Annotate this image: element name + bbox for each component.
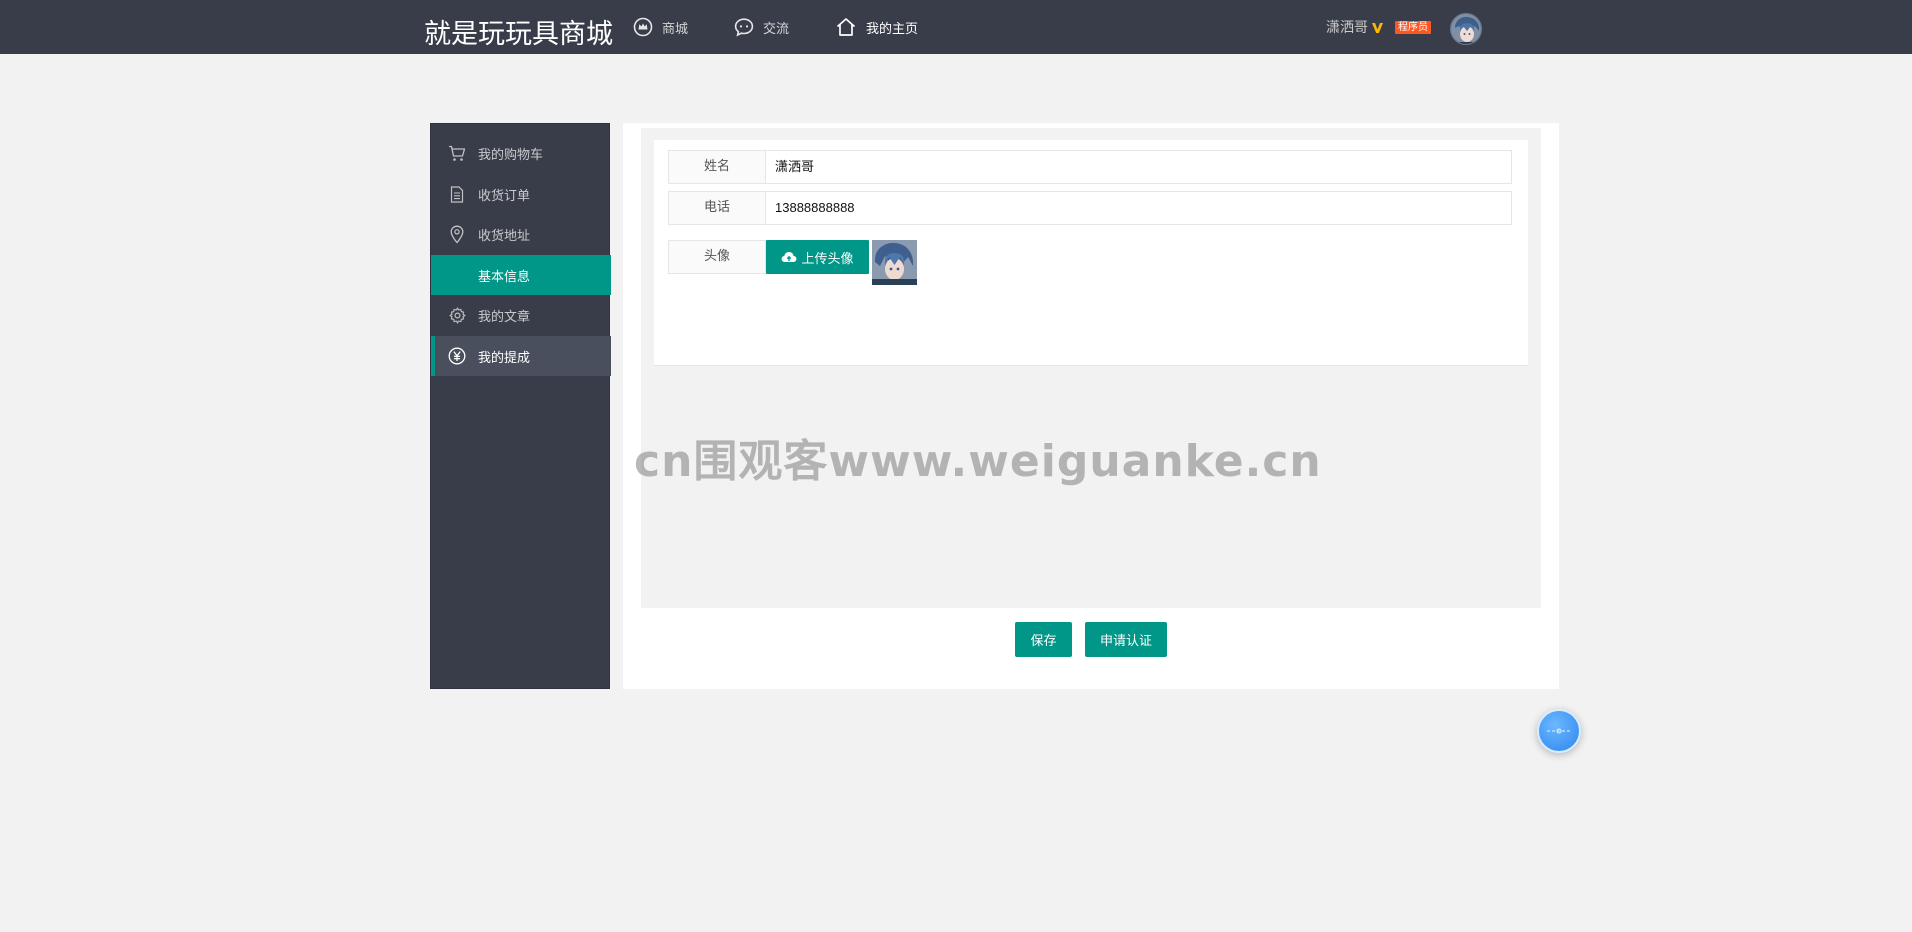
upload-avatar-button[interactable]: 上传头像 bbox=[766, 240, 869, 274]
name-input[interactable]: 潇洒哥 bbox=[766, 150, 1512, 184]
watermark: cn围观客www.weiguanke.cn bbox=[634, 436, 1322, 487]
save-button[interactable]: 保存 bbox=[1015, 622, 1072, 657]
user-name: 潇洒哥 bbox=[1326, 20, 1368, 36]
sidebar-item-label: 收货地址 bbox=[478, 228, 531, 244]
sidebar-item-orders[interactable]: 收货订单 bbox=[431, 174, 611, 214]
nav-shop[interactable]: 商城 bbox=[632, 17, 688, 37]
avatar-label: 头像 bbox=[668, 240, 766, 274]
phone-label: 电话 bbox=[668, 191, 766, 225]
sidebar-item-basic-info[interactable]: 基本信息 bbox=[431, 255, 611, 295]
name-label: 姓名 bbox=[668, 150, 766, 184]
sidebar-item-label: 收货订单 bbox=[478, 188, 531, 204]
avatar-preview bbox=[872, 240, 917, 285]
nav-chat-label: 交流 bbox=[763, 21, 790, 37]
nav-home[interactable]: 我的主页 bbox=[835, 17, 918, 37]
top-navbar: 就是玩玩具商城 商城 交流 我的主页 潇洒哥 程序员 bbox=[0, 0, 1912, 54]
sidebar: 我的购物车 收货订单 收货地址 基本信息 我的文章 我的提成 bbox=[430, 123, 611, 689]
nav-home-label: 我的主页 bbox=[866, 21, 919, 37]
floating-assistant-button[interactable] bbox=[1537, 709, 1581, 753]
content-area: 姓名 潇洒哥 电话 13888888888 头像 上传头像 bbox=[641, 128, 1541, 608]
upload-avatar-label: 上传头像 bbox=[801, 251, 854, 267]
phone-input[interactable]: 13888888888 bbox=[766, 191, 1512, 225]
crosshair-icon bbox=[1547, 728, 1571, 734]
user-menu[interactable]: 潇洒哥 bbox=[1326, 17, 1384, 37]
crown-icon bbox=[632, 16, 654, 38]
role-badge: 程序员 bbox=[1395, 21, 1431, 34]
user-avatar[interactable] bbox=[1450, 13, 1482, 45]
cloud-upload-icon bbox=[782, 252, 797, 262]
cart-icon bbox=[448, 144, 466, 162]
phone-row: 电话 13888888888 bbox=[668, 191, 1512, 225]
sidebar-item-articles[interactable]: 我的文章 bbox=[431, 295, 611, 335]
home-icon bbox=[835, 16, 857, 38]
gear-icon bbox=[448, 306, 466, 324]
sidebar-item-label: 基本信息 bbox=[478, 269, 531, 285]
sidebar-item-label: 我的购物车 bbox=[478, 147, 544, 163]
chat-bubble-icon bbox=[733, 16, 755, 38]
vip-v-icon bbox=[1371, 21, 1384, 34]
avatar-row: 头像 上传头像 bbox=[668, 240, 917, 285]
sidebar-item-commission[interactable]: 我的提成 bbox=[431, 336, 611, 376]
content-panel: 姓名 潇洒哥 电话 13888888888 头像 上传头像 保存 申请认证 bbox=[623, 123, 1559, 689]
location-pin-icon bbox=[448, 225, 466, 243]
site-logo[interactable]: 就是玩玩具商城 bbox=[424, 12, 613, 51]
document-icon bbox=[448, 185, 466, 203]
sidebar-item-label: 我的文章 bbox=[478, 309, 531, 325]
yen-circle-icon bbox=[448, 347, 466, 365]
profile-form: 姓名 潇洒哥 电话 13888888888 头像 上传头像 bbox=[654, 140, 1528, 366]
sidebar-item-address[interactable]: 收货地址 bbox=[431, 214, 611, 254]
apply-certification-button[interactable]: 申请认证 bbox=[1085, 622, 1167, 657]
nav-shop-label: 商城 bbox=[662, 21, 689, 37]
name-row: 姓名 潇洒哥 bbox=[668, 150, 1512, 184]
sidebar-item-cart[interactable]: 我的购物车 bbox=[431, 133, 611, 173]
nav-chat[interactable]: 交流 bbox=[733, 17, 789, 37]
sidebar-item-label: 我的提成 bbox=[478, 350, 531, 366]
